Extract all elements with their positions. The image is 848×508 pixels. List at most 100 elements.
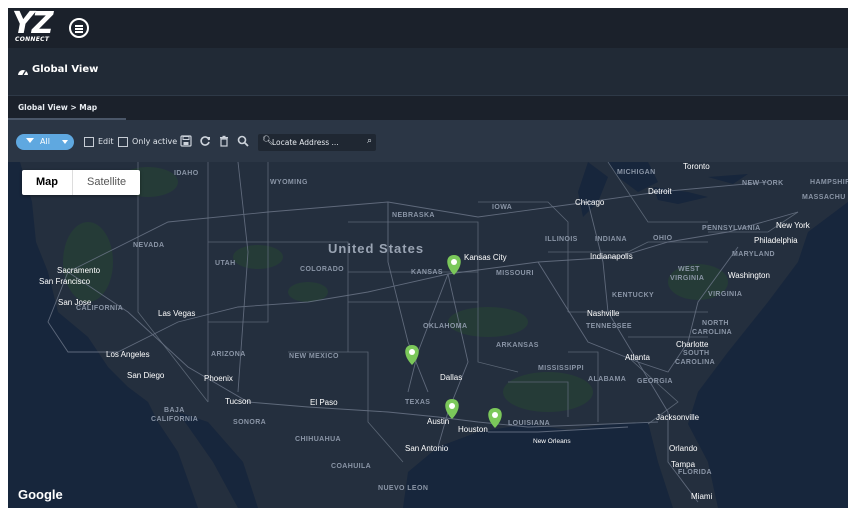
svg-text:NEW YORK: NEW YORK (742, 180, 784, 187)
svg-text:SOUTH: SOUTH (683, 350, 710, 357)
svg-text:LOUISIANA: LOUISIANA (508, 420, 550, 427)
brand-logo[interactable]: YZ CONNECT (12, 8, 62, 46)
map-view[interactable]: WYOMING IDAHO NEVADA UTAH COLORADO KANSA… (8, 162, 848, 508)
svg-text:Chicago: Chicago (575, 198, 605, 207)
svg-text:OHIO: OHIO (653, 235, 673, 242)
map-canvas[interactable]: WYOMING IDAHO NEVADA UTAH COLORADO KANSA… (8, 162, 848, 508)
breadcrumb-bar: Global View > Map (8, 96, 848, 120)
svg-text:IOWA: IOWA (492, 204, 512, 211)
filter-dropdown-button[interactable]: All (16, 134, 74, 150)
page-title: Global View (32, 64, 99, 75)
svg-text:ARIZONA: ARIZONA (211, 351, 246, 358)
svg-text:ALABAMA: ALABAMA (588, 376, 626, 383)
svg-text:KENTUCKY: KENTUCKY (612, 292, 654, 299)
search-icon[interactable] (237, 135, 249, 147)
page-header: Global View (8, 48, 848, 96)
svg-text:OKLAHOMA: OKLAHOMA (423, 323, 467, 330)
locate-search-icon[interactable]: ⌕ (367, 136, 372, 146)
svg-text:Austin: Austin (427, 417, 449, 426)
svg-text:Los Angeles: Los Angeles (106, 350, 150, 359)
svg-text:KANSAS: KANSAS (411, 269, 443, 276)
menu-toggle-icon[interactable] (69, 18, 89, 38)
chevron-down-icon (62, 140, 68, 144)
svg-text:WEST: WEST (678, 266, 700, 273)
svg-text:Sacramento: Sacramento (57, 266, 101, 275)
logo-subtext: CONNECT (15, 36, 50, 43)
svg-text:Phoenix: Phoenix (204, 374, 233, 383)
only-active-label: Only active (132, 137, 178, 146)
top-bar: YZ CONNECT (8, 8, 848, 48)
svg-text:Tampa: Tampa (671, 460, 696, 469)
svg-text:COLORADO: COLORADO (300, 266, 344, 273)
locate-address-input[interactable] (272, 136, 356, 148)
svg-text:Indianapolis: Indianapolis (590, 252, 633, 261)
dashboard-icon (18, 70, 28, 76)
svg-text:MARYLAND: MARYLAND (732, 251, 775, 258)
svg-text:TEXAS: TEXAS (405, 399, 430, 406)
save-icon[interactable] (180, 135, 192, 147)
svg-text:NEVADA: NEVADA (133, 242, 164, 249)
svg-text:San Francisco: San Francisco (39, 277, 91, 286)
svg-text:Nashville: Nashville (587, 309, 620, 318)
svg-text:Toronto: Toronto (683, 162, 710, 171)
svg-text:NEW MEXICO: NEW MEXICO (289, 353, 339, 360)
svg-text:WYOMING: WYOMING (270, 179, 308, 186)
filter-icon (26, 138, 34, 143)
svg-text:VIRGINIA: VIRGINIA (670, 275, 704, 282)
svg-text:INDIANA: INDIANA (595, 236, 627, 243)
svg-text:MISSISSIPPI: MISSISSIPPI (538, 365, 584, 372)
svg-text:Atlanta: Atlanta (625, 353, 650, 362)
svg-text:Dallas: Dallas (440, 373, 462, 382)
svg-text:ARKANSAS: ARKANSAS (496, 342, 539, 349)
svg-text:San Jose: San Jose (58, 298, 92, 307)
svg-text:MASSACHU: MASSACHU (802, 194, 846, 201)
svg-text:ILLINOIS: ILLINOIS (545, 236, 578, 243)
filter-label: All (40, 137, 50, 146)
svg-text:TENNESSEE: TENNESSEE (586, 323, 632, 330)
map-toolbar: All Edit Only active 🔍︎ ⌕ (8, 120, 848, 162)
app-window: YZ CONNECT Global View Global View > Map… (8, 8, 848, 508)
edit-checkbox-label: Edit (98, 137, 114, 146)
svg-text:COAHUILA: COAHUILA (331, 463, 371, 470)
svg-text:San Diego: San Diego (127, 371, 165, 380)
svg-text:Houston: Houston (458, 425, 488, 434)
svg-text:Washington: Washington (728, 271, 770, 280)
svg-text:Jacksonville: Jacksonville (656, 413, 700, 422)
svg-text:GEORGIA: GEORGIA (637, 378, 673, 385)
map-type-map-button[interactable]: Map (22, 170, 72, 195)
refresh-icon[interactable] (199, 135, 211, 147)
svg-text:NUEVO LEON: NUEVO LEON (378, 485, 428, 492)
svg-text:NORTH: NORTH (702, 320, 729, 327)
breadcrumb[interactable]: Global View > Map (18, 103, 97, 112)
svg-text:El Paso: El Paso (310, 398, 338, 407)
svg-text:MICHIGAN: MICHIGAN (617, 169, 656, 176)
svg-text:New York: New York (776, 221, 811, 230)
svg-text:FLORIDA: FLORIDA (678, 469, 712, 476)
svg-text:San Antonio: San Antonio (405, 444, 449, 453)
only-active-checkbox[interactable] (118, 137, 128, 147)
svg-text:CAROLINA: CAROLINA (692, 329, 732, 336)
svg-text:IDAHO: IDAHO (174, 170, 199, 177)
trash-icon[interactable] (218, 135, 230, 147)
svg-text:Miami: Miami (691, 492, 713, 501)
svg-text:Las Vegas: Las Vegas (158, 309, 195, 318)
svg-text:CAROLINA: CAROLINA (675, 359, 715, 366)
svg-text:SONORA: SONORA (233, 419, 266, 426)
svg-text:NEBRASKA: NEBRASKA (392, 212, 435, 219)
svg-text:Detroit: Detroit (648, 187, 672, 196)
edit-checkbox[interactable] (84, 137, 94, 147)
svg-text:Kansas City: Kansas City (464, 253, 507, 262)
svg-text:Orlando: Orlando (669, 444, 698, 453)
svg-text:HAMPSHIRE: HAMPSHIRE (810, 179, 848, 186)
map-type-toggle: Map Satellite (22, 170, 141, 195)
svg-text:VIRGINIA: VIRGINIA (708, 291, 742, 298)
map-type-satellite-button[interactable]: Satellite (72, 170, 140, 195)
country-label: United States (328, 241, 424, 256)
svg-text:CALIFORNIA: CALIFORNIA (151, 416, 198, 423)
svg-text:MISSOURI: MISSOURI (496, 270, 534, 277)
svg-text:Tucson: Tucson (225, 397, 251, 406)
svg-text:Philadelphia: Philadelphia (754, 236, 798, 245)
locate-address-box: 🔍︎ ⌕ (258, 134, 376, 151)
svg-text:CHIHUAHUA: CHIHUAHUA (295, 436, 341, 443)
svg-text:New Orleans: New Orleans (533, 438, 571, 445)
